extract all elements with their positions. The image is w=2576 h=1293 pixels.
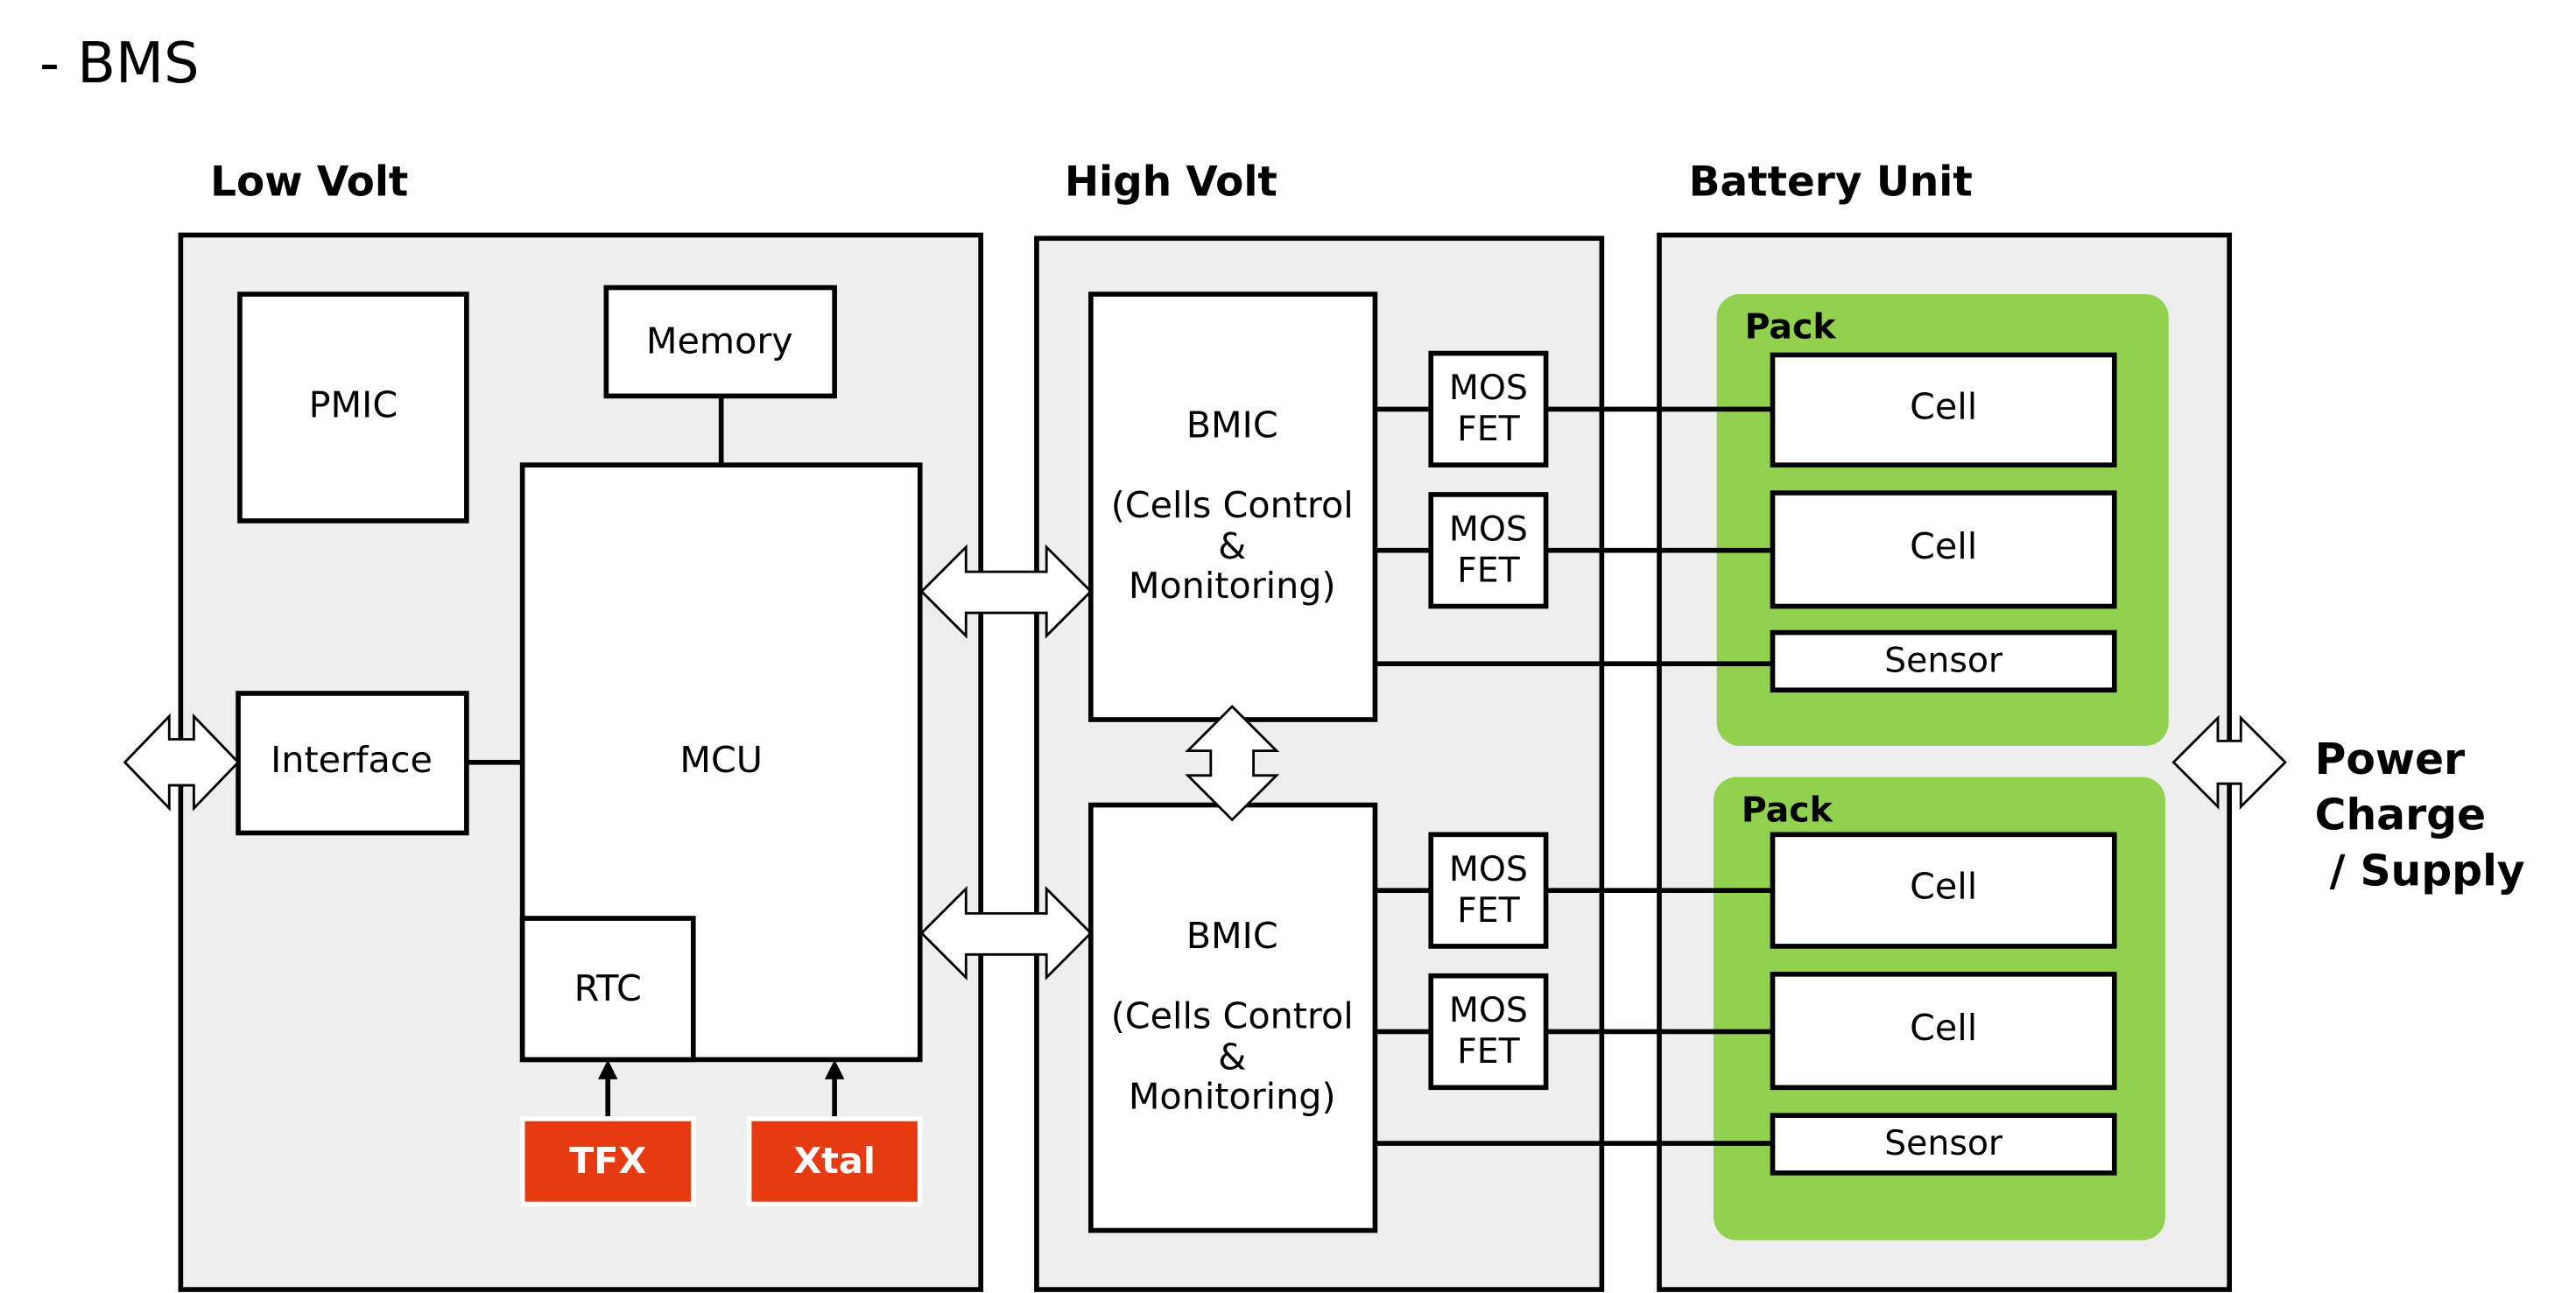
bmic-top-title: BMIC	[1186, 404, 1278, 446]
bmic-bottom-title: BMIC	[1186, 915, 1278, 957]
power-label-2: Charge	[2315, 791, 2486, 840]
bms-diagram: - BMS Low Volt High Volt Battery Unit PM…	[39, 32, 2525, 1292]
bmic-bottom-desc-3: Monitoring)	[1129, 1076, 1336, 1118]
mosfet-1-label-1: MOS	[1449, 368, 1528, 408]
interface-label: Interface	[271, 739, 433, 781]
mosfet-3-label-2: FET	[1457, 890, 1521, 931]
mosfet-1-label-2: FET	[1457, 409, 1521, 449]
mosfet-4-label-2: FET	[1457, 1031, 1521, 1072]
bmic-top-desc-1: (Cells Control	[1111, 484, 1354, 526]
pmic-block: PMIC	[237, 292, 469, 524]
tfx-block: TFX	[519, 1116, 696, 1207]
bmic-bottom-block: BMIC (Cells Control & Monitoring)	[1088, 802, 1378, 1233]
pack-2-sensor: Sensor	[1770, 1113, 2117, 1176]
heading-high-volt: High Volt	[1065, 158, 1277, 206]
page-title: - BMS	[39, 32, 200, 96]
bmic-bottom-desc-1: (Cells Control	[1111, 995, 1354, 1037]
pack-2-cell-2: Cell	[1770, 972, 2117, 1091]
mosfet-3-label-1: MOS	[1449, 849, 1528, 889]
pack-2-cell-1: Cell	[1770, 832, 2117, 949]
mosfet-3: MOS FET	[1428, 832, 1549, 949]
bmic-top-block: BMIC (Cells Control & Monitoring)	[1088, 292, 1378, 722]
mosfet-2: MOS FET	[1428, 492, 1549, 609]
sensor-label: Sensor	[1884, 1123, 2003, 1163]
cell-label: Cell	[1910, 525, 1977, 567]
pack-2-label: Pack	[1742, 790, 1833, 830]
mosfet-2-label-1: MOS	[1449, 509, 1528, 549]
xtal-label: Xtal	[793, 1140, 876, 1182]
pack-1-cell-2: Cell	[1770, 490, 2117, 609]
xtal-block: Xtal	[746, 1116, 923, 1207]
rtc-label: RTC	[574, 967, 642, 1009]
bmic-top-desc-3: Monitoring)	[1129, 565, 1336, 607]
memory-label: Memory	[646, 320, 793, 362]
interface-block: Interface	[236, 691, 469, 836]
bmic-bottom-desc-2: &	[1218, 1037, 1246, 1079]
pmic-label: PMIC	[309, 384, 398, 426]
cell-label: Cell	[1910, 386, 1977, 428]
tfx-label: TFX	[569, 1140, 646, 1182]
mosfet-2-label-2: FET	[1457, 550, 1521, 590]
power-label-3: / Supply	[2315, 846, 2525, 896]
cell-label: Cell	[1910, 1007, 1977, 1049]
pack-1-sensor: Sensor	[1770, 629, 2117, 693]
sensor-label: Sensor	[1884, 641, 2003, 681]
pack-1-label: Pack	[1745, 307, 1837, 348]
heading-low-volt: Low Volt	[210, 158, 408, 206]
power-label-1: Power	[2315, 734, 2465, 784]
mcu-label: MCU	[679, 739, 763, 781]
memory-block: Memory	[603, 285, 837, 399]
cell-label: Cell	[1910, 866, 1977, 908]
rtc-block: RTC	[519, 916, 696, 1063]
heading-battery-unit: Battery Unit	[1689, 158, 1973, 206]
mosfet-4-label-1: MOS	[1449, 990, 1528, 1030]
mosfet-1: MOS FET	[1428, 350, 1549, 467]
bmic-top-desc-2: &	[1218, 525, 1246, 567]
pack-1-cell-1: Cell	[1770, 352, 2117, 467]
mosfet-4: MOS FET	[1428, 973, 1549, 1091]
